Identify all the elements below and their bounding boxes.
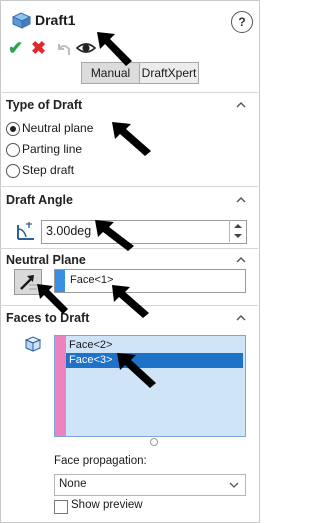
angle-spinner[interactable]	[229, 220, 246, 242]
draft-feature-icon	[11, 12, 32, 29]
radio-label-parting-line: Parting line	[22, 142, 83, 156]
radio-label-neutral-plane: Neutral plane	[22, 121, 94, 135]
resize-handle[interactable]	[150, 438, 158, 446]
show-preview-label: Show preview	[71, 499, 143, 511]
angle-icon	[17, 222, 34, 240]
undo-icon[interactable]	[55, 41, 71, 57]
radio-parting-line[interactable]	[6, 143, 20, 157]
face-selection-icon	[24, 336, 42, 352]
divider	[0, 92, 258, 93]
annotation-arrow-reverse-direction	[37, 284, 68, 314]
radio-neutral-plane[interactable]	[6, 122, 20, 136]
ok-check-icon[interactable]: ✔	[8, 38, 23, 58]
draft-angle-value: 3.00deg	[46, 224, 92, 238]
annotation-arrow-face1	[112, 285, 149, 318]
annotation-arrow-face3	[117, 353, 156, 388]
section-heading-draft-angle: Draft Angle	[6, 193, 73, 207]
collapse-chevron-icon[interactable]	[236, 195, 246, 205]
show-preview-checkbox[interactable]	[54, 500, 68, 514]
face-propagation-label: Face propagation:	[54, 455, 147, 467]
draftxpert-button[interactable]: DraftXpert	[140, 63, 198, 83]
neutral-plane-value: Face<1>	[70, 274, 114, 286]
faces-color-marker	[55, 336, 66, 436]
face-propagation-select[interactable]: None	[54, 474, 246, 496]
collapse-chevron-icon[interactable]	[236, 100, 246, 110]
collapse-chevron-icon[interactable]	[236, 255, 246, 265]
cancel-x-icon[interactable]: ✖	[31, 38, 46, 58]
annotation-arrow-preview	[97, 32, 132, 66]
help-icon[interactable]: ?	[231, 11, 253, 33]
face-propagation-value: None	[59, 478, 87, 490]
section-heading-type-of-draft: Type of Draft	[6, 98, 83, 112]
section-heading-neutral-plane: Neutral Plane	[6, 253, 86, 267]
preview-eye-icon[interactable]	[76, 40, 96, 56]
radio-label-step-draft: Step draft	[22, 163, 75, 177]
annotation-arrow-neutral-plane	[112, 122, 151, 156]
feature-title: Draft1	[35, 12, 76, 28]
annotation-arrow-draft-angle	[95, 220, 134, 251]
divider	[0, 186, 258, 187]
collapse-chevron-icon[interactable]	[236, 313, 246, 323]
radio-step-draft[interactable]	[6, 164, 20, 178]
draft-angle-input[interactable]: 3.00deg	[41, 220, 247, 244]
dropdown-chevron-icon	[229, 482, 239, 488]
